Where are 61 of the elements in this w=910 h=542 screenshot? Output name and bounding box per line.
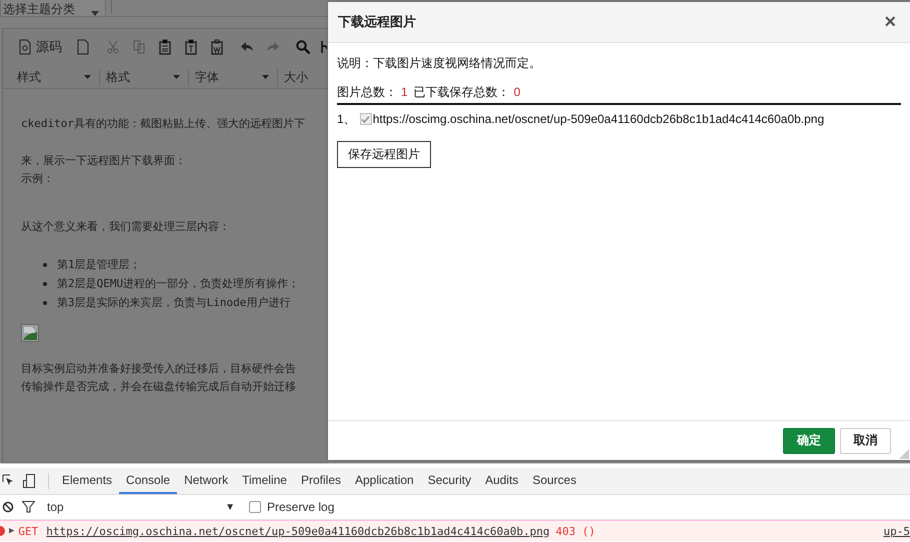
devtools-tab[interactable]: Console [119,468,178,494]
clear-icon[interactable] [2,501,14,513]
devtools-tab[interactable]: Application [348,468,421,494]
cancel-button[interactable]: 取消 [840,428,891,454]
image-url: https://oscimg.oschina.net/oscnet/up-509e0a41160dcb26b8c1b1ad4c414c60a0b.png [372,111,824,127]
bullet-icon [43,282,47,286]
saved-count: 0 [514,85,520,99]
topic-select[interactable]: 选择主题分类 [0,0,106,16]
source-button[interactable]: 源码 [13,37,66,57]
preserve-log-checkbox[interactable]: Preserve log [249,500,334,514]
close-button[interactable]: × [882,12,898,32]
bullet-icon [43,300,47,304]
total-count: 1 [401,85,408,99]
format-dropdown[interactable]: 格式 [102,67,186,87]
list-item-text: 第3层是实际的来宾层，负责与Linode用户进行 [57,295,290,311]
paragraph-text: 从这个意义来看，我们需要处理三层内容： [21,219,231,235]
paste-word-icon[interactable] [209,39,225,55]
request-method: GET [18,524,38,538]
caret-icon [91,11,99,16]
new-page-icon[interactable] [75,39,91,55]
resize-grip-icon [899,449,909,459]
list-item-text: 第2层是QEMU进程的一部分，负责处理所有操作； [57,276,300,292]
paragraph-text: 来，展示一下远程图片下载界面： [21,153,187,169]
paragraph-text: ckeditor具有的功能：截图粘贴上传、强大的远程图片下 [21,116,306,132]
broken-image-icon [21,324,39,342]
filter-icon[interactable] [22,501,35,513]
document-icon [17,39,33,55]
caret-icon [84,75,91,79]
expand-arrow[interactable]: ▶ [9,526,14,536]
source-link[interactable]: up-5 [884,524,910,538]
row-index: 1、 [337,111,356,127]
ok-button[interactable]: 确定 [783,428,835,454]
total-label: 图片总数： [337,85,397,99]
caret-icon [173,75,180,79]
dialog-title: 下载远程图片 [338,13,416,31]
format-dropdown[interactable]: 样式 [13,67,97,87]
saved-label: 已下载保存总数： [414,85,510,99]
note-text: 说明：下载图片速度视网络情况而定。 [337,55,542,71]
paragraph-text: 示例： [21,171,55,187]
request-url-link[interactable]: https://oscimg.oschina.net/oscnet/up-509e0a41160dcb26b8c1b1ad4c414c60a0b.png [46,524,550,538]
context-dropdown[interactable]: top ▼ [41,500,241,514]
devtools-tab[interactable]: Profiles [294,468,348,494]
devtools-tab[interactable]: Elements [55,468,120,494]
paragraph-text: 目标实例启动并准备好接受传入的迁移后，目标硬件会告 [21,361,297,377]
format-dropdown[interactable]: 字体 [191,67,275,87]
search-icon[interactable] [295,39,311,55]
devtools-tab[interactable]: Network [177,468,236,494]
devtools-tab[interactable]: Sources [525,468,584,494]
devtools-tab[interactable]: Audits [478,468,526,494]
format-dropdown[interactable]: 大小 [280,67,318,87]
list-item-text: 第1层是管理层； [57,257,141,273]
caret-icon [262,75,269,79]
device-icon[interactable] [22,473,36,489]
bullet-icon [43,262,47,266]
paste-text-icon[interactable] [183,39,199,55]
devtools-tab[interactable]: Timeline [235,468,294,494]
paragraph-text: 传输操作是否完成，并会在磁盘传输完成后自动开始迁移 [21,379,297,395]
devtools-tab[interactable]: Security [420,468,478,494]
paste-icon[interactable] [157,39,173,55]
status-code: 403 () [556,524,596,538]
save-images-button[interactable]: 保存远程图片 [337,141,431,168]
